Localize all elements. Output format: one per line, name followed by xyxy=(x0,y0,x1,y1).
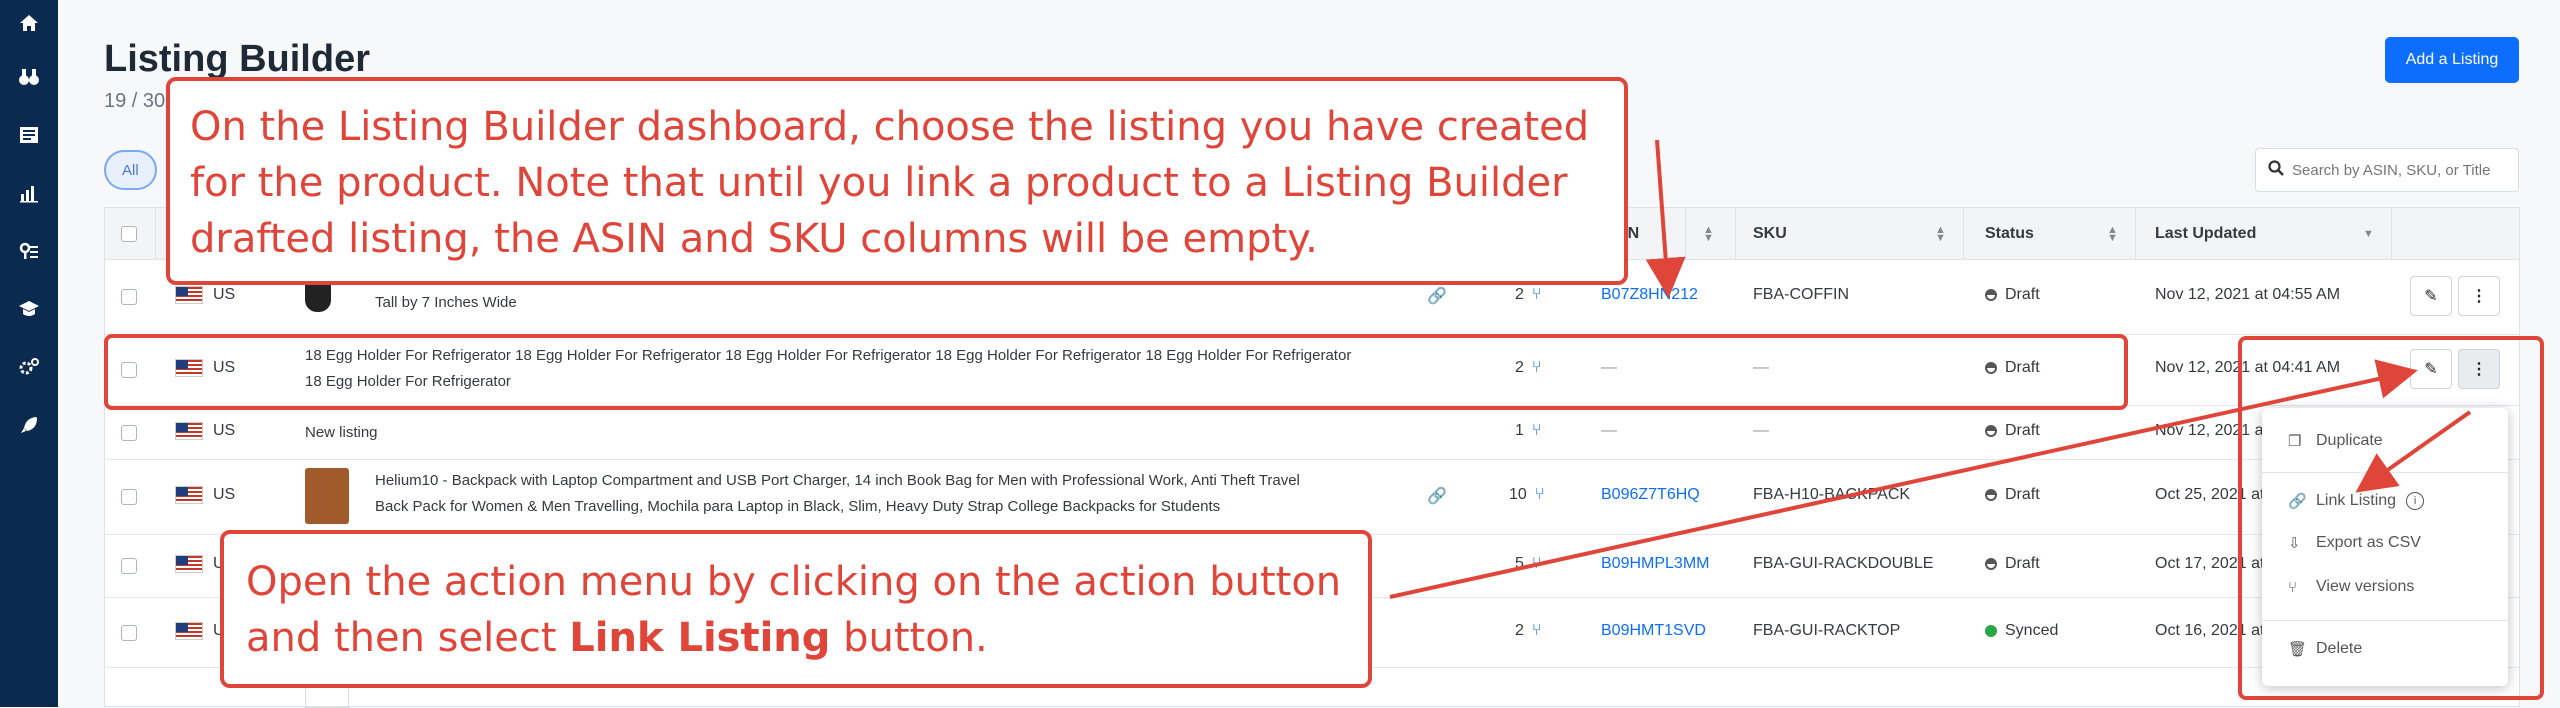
arrow-to-link-listing xyxy=(2355,410,2472,493)
annotation-arrows xyxy=(1389,139,2472,599)
arrow-to-action-button xyxy=(1389,359,2418,599)
arrow-to-asin-column xyxy=(1645,139,1686,298)
